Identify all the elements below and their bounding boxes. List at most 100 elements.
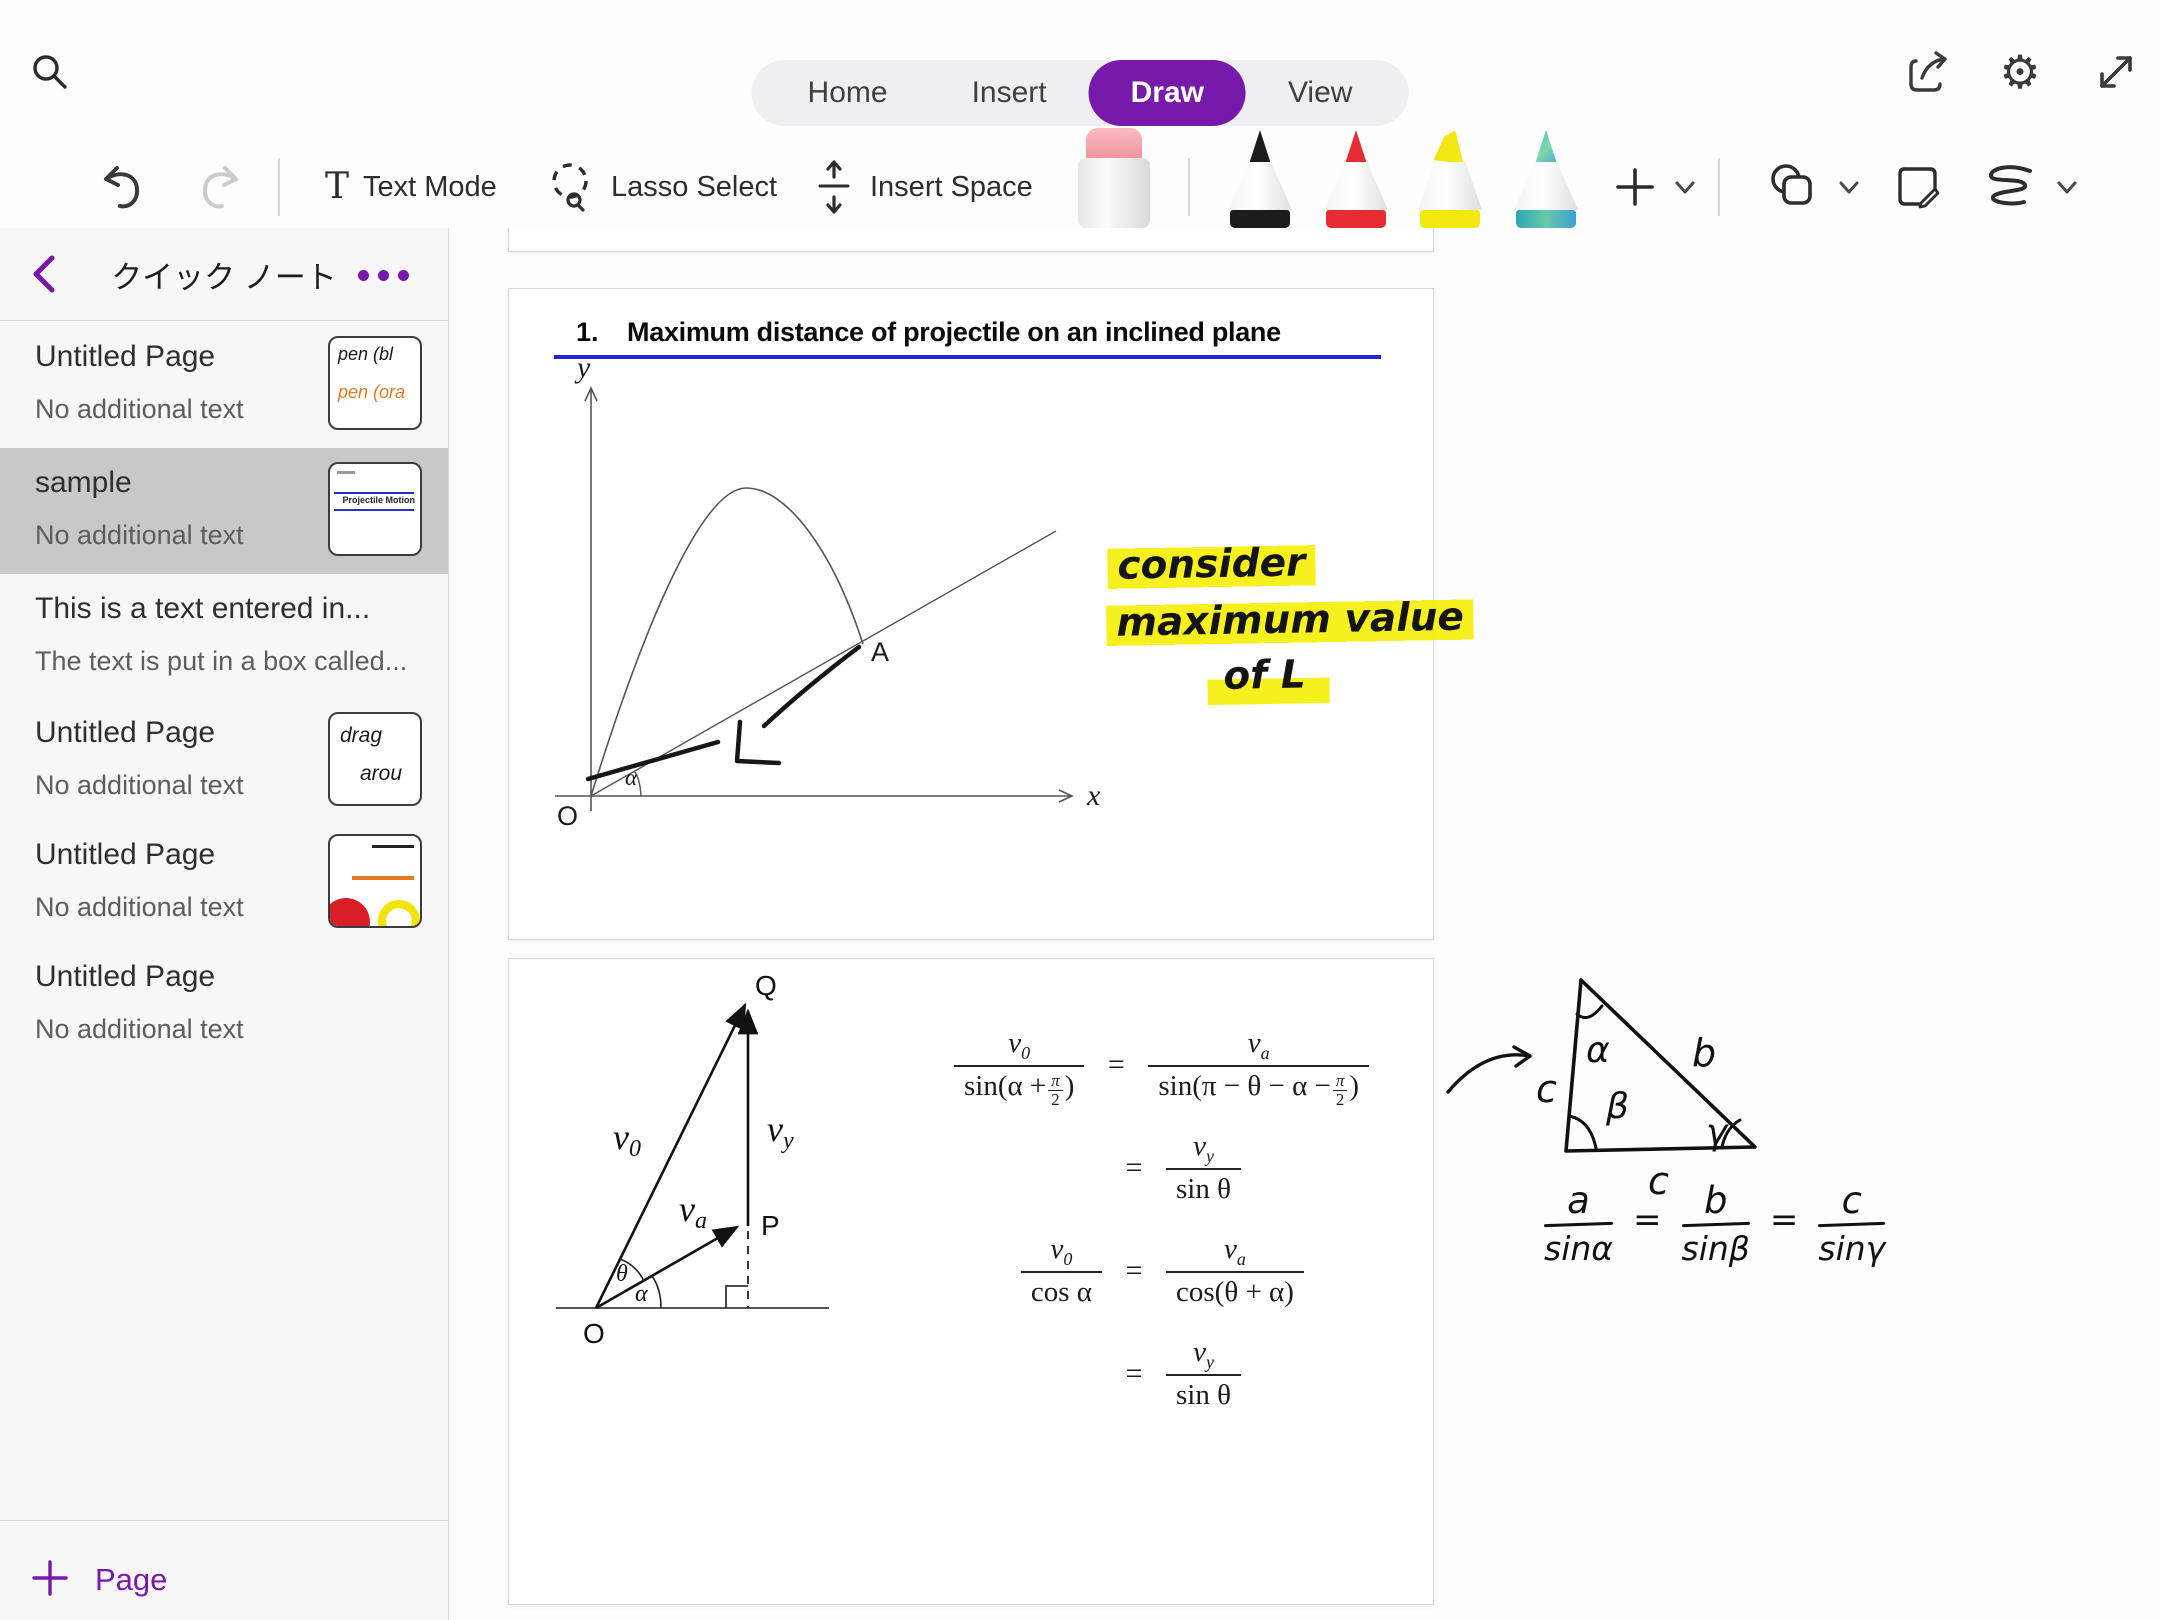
chevron-down-icon: [1672, 174, 1698, 200]
thumb-ink-stroke: [352, 876, 414, 880]
sidebar-page-item-3[interactable]: This is a text entered in... The text is…: [0, 574, 448, 698]
text-mode-icon: T: [325, 169, 349, 205]
ink-arrow: [1448, 1055, 1530, 1092]
add-pen-button[interactable]: [1612, 148, 1698, 226]
chevron-down-icon: [1836, 174, 1862, 200]
sine-rule-fraction: a sinα: [1544, 1180, 1613, 1268]
thumb-rule: [334, 492, 414, 494]
equation-line-3: v0 cos α = va cos(θ + α): [899, 1231, 1369, 1312]
lasso-label: Lasso Select: [611, 171, 777, 204]
lasso-select-button[interactable]: Lasso Select: [545, 148, 777, 226]
page-subtitle: No additional text: [35, 394, 244, 425]
va-label: va: [679, 1189, 707, 1234]
fullscreen-button[interactable]: [2088, 44, 2144, 100]
draw-toolbar: T Text Mode Lasso Select Insert Space: [0, 148, 2160, 229]
toolbar-divider: [278, 158, 280, 216]
highlighter-tip: [1433, 129, 1466, 164]
back-button[interactable]: [24, 252, 68, 296]
pen-teal[interactable]: [1514, 130, 1578, 228]
o-label: O: [583, 1318, 605, 1349]
thumb-ink-shape: [378, 900, 420, 928]
eraser-body: [1078, 158, 1150, 228]
sidebar-page-item-2[interactable]: sample No additional text Projectile Mot…: [0, 448, 448, 574]
tab-view[interactable]: View: [1246, 60, 1394, 126]
pen-black-tip: [1249, 130, 1271, 164]
thumb-ink-stroke: [372, 845, 414, 848]
onenote-app: { "header": { "tabs": [ {"label": "Home"…: [0, 0, 2160, 1620]
pen-body: [1418, 162, 1482, 210]
highlighter-yellow[interactable]: [1418, 130, 1482, 228]
share-icon: [1902, 46, 1954, 98]
angle-alpha-label: α: [1586, 1030, 1610, 1071]
equation-block: v0 sin(α + π2) = va sin(π − θ − α − π2): [899, 1025, 1369, 1436]
page-thumbnail: drag arou: [328, 712, 422, 806]
insert-space-button[interactable]: Insert Space: [812, 148, 1033, 226]
plus-icon: [30, 1558, 70, 1598]
pen-body: [1324, 162, 1388, 210]
insert-space-icon: [812, 159, 856, 215]
text-mode-button[interactable]: T Text Mode: [325, 148, 497, 226]
tab-insert[interactable]: Insert: [930, 60, 1089, 126]
shapes-icon: [1762, 159, 1822, 215]
search-icon: [26, 48, 74, 96]
angle-beta-label: β: [1605, 1086, 1629, 1127]
thumb-ink-text: pen (bl: [338, 344, 393, 365]
alpha-arc: [652, 1276, 661, 1308]
pen-black[interactable]: [1228, 130, 1292, 228]
thumb-ink-text: drag: [340, 724, 382, 748]
ink-sine-rule: a sinα = b sinβ = c sinγ: [1544, 1180, 1885, 1268]
plus-icon: [1612, 164, 1658, 210]
content-box-graph[interactable]: 1. Maximum distance of projectile on an …: [508, 288, 1434, 940]
tab-home[interactable]: Home: [766, 60, 930, 126]
redo-icon: [192, 160, 246, 214]
pen-black-band: [1230, 210, 1290, 228]
thumb-date-line: [337, 471, 355, 474]
alpha-label: α: [625, 765, 638, 790]
undo-button[interactable]: [96, 148, 150, 226]
undo-icon: [96, 160, 150, 214]
page-thumbnail: [328, 834, 422, 928]
page-list-sidebar: クイック ノート Untitled Page No additional tex…: [0, 228, 449, 1620]
equation-line-4: = vy sin θ: [899, 1334, 1369, 1415]
ink-to-shape-button[interactable]: [1978, 148, 2080, 226]
sidebar-page-item-6[interactable]: Untitled Page No additional text: [0, 942, 448, 1062]
add-page-label: Page: [95, 1562, 167, 1598]
pen-red-tip: [1345, 130, 1367, 164]
page-pencil-icon: [1890, 159, 1946, 215]
content-box-vectors[interactable]: Q P O v0 vy va θ α v0 sin(α + π2): [508, 958, 1434, 1605]
search-button[interactable]: [22, 44, 78, 100]
thumb-ink-text: pen (ora: [338, 382, 405, 403]
page-subtitle: No additional text: [35, 1014, 244, 1045]
page-title: sample: [35, 466, 132, 500]
ink-letter-L: [737, 722, 779, 763]
sidebar-page-item-1[interactable]: Untitled Page No additional text pen (bl…: [0, 322, 448, 448]
ink-replay-button[interactable]: [1890, 148, 1946, 226]
side-right-label: b: [1692, 1031, 1716, 1075]
share-button[interactable]: [1900, 44, 1956, 100]
note-canvas[interactable]: 1. Maximum distance of projectile on an …: [449, 228, 2160, 1620]
sidebar-page-item-5[interactable]: Untitled Page No additional text: [0, 820, 448, 942]
v0-label: v0: [613, 1117, 641, 1162]
section-more-button[interactable]: [358, 260, 420, 290]
gear-icon: ⚙: [1999, 49, 2040, 95]
sidebar-page-item-4[interactable]: Untitled Page No additional text drag ar…: [0, 698, 448, 820]
alpha-label: α: [635, 1281, 648, 1307]
angle-gamma-label: γ: [1706, 1112, 1729, 1153]
page-thumbnail: pen (bl pen (ora: [328, 336, 422, 430]
sine-rule-fraction: b sinβ: [1682, 1180, 1750, 1268]
eraser-tool[interactable]: [1078, 128, 1150, 228]
pen-red[interactable]: [1324, 130, 1388, 228]
shapes-button[interactable]: [1762, 148, 1862, 226]
tab-draw[interactable]: Draw: [1089, 60, 1246, 126]
redo-button[interactable]: [192, 148, 246, 226]
page-title: Untitled Page: [35, 838, 215, 872]
equation-line-1: v0 sin(α + π2) = va sin(π − θ − α − π2): [899, 1025, 1369, 1106]
ellipsis-icon: [358, 270, 369, 281]
add-page-button[interactable]: Page: [0, 1546, 448, 1620]
q-label: Q: [755, 970, 777, 1001]
lasso-icon: [545, 159, 597, 215]
page-subtitle: No additional text: [35, 770, 244, 801]
x-axis-label: x: [1086, 779, 1101, 812]
settings-button[interactable]: ⚙: [1992, 44, 2048, 100]
divider: [0, 320, 448, 321]
